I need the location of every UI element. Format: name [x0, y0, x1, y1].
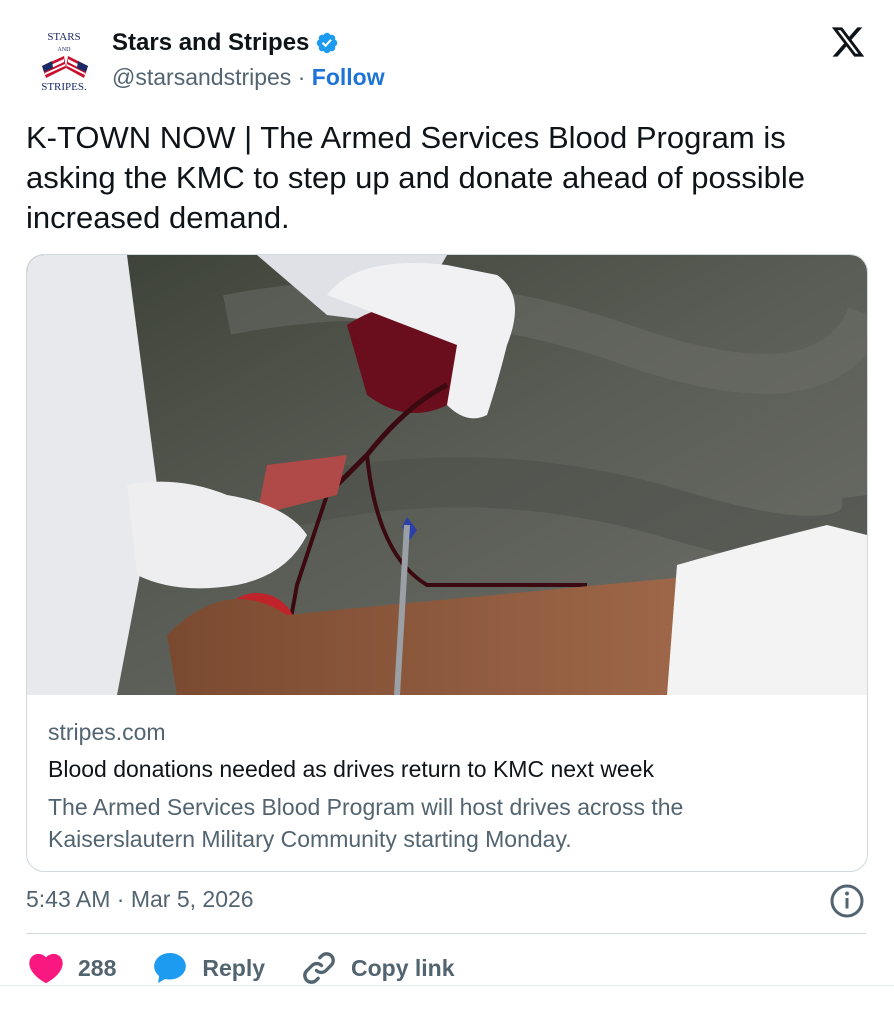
handle-row: @starsandstripes · Follow	[112, 64, 385, 91]
action-bar: 288 Reply Copy link	[26, 946, 489, 990]
tweet-timestamp[interactable]: 5:43 AM · Mar 5, 2026	[26, 886, 254, 913]
svg-text:AND: AND	[58, 47, 72, 53]
copy-link-button[interactable]: Copy link	[299, 948, 455, 988]
link-description: The Armed Services Blood Program will ho…	[48, 794, 684, 852]
bottom-divider	[0, 985, 894, 986]
handle-separator: ·	[297, 64, 306, 90]
handle[interactable]: @starsandstripes	[112, 64, 291, 90]
heart-icon	[29, 953, 63, 984]
like-count: 288	[78, 954, 117, 981]
copy-link-label: Copy link	[351, 954, 455, 981]
reply-button[interactable]: Reply	[150, 948, 265, 988]
stars-and-stripes-logo[interactable]: STARS AND STRIPES.	[34, 28, 114, 92]
reply-bubble-icon	[154, 953, 187, 983]
name-row: Stars and Stripes	[112, 29, 339, 57]
blood-donation-photo	[27, 255, 867, 695]
reply-label: Reply	[202, 954, 266, 981]
tweet-header: STARS AND STRIPES. Stars and Stripes @st…	[26, 22, 868, 98]
link-title[interactable]: Blood donations needed as drives return …	[48, 756, 654, 783]
link-icon	[303, 952, 335, 984]
info-icon[interactable]	[829, 883, 865, 919]
verified-badge-icon	[317, 32, 338, 54]
follow-button[interactable]: Follow	[312, 64, 385, 90]
link-domain[interactable]: stripes.com	[48, 719, 166, 746]
tweet-text: K-TOWN NOW | The Armed Services Blood Pr…	[26, 120, 805, 235]
divider	[26, 933, 866, 934]
svg-text:STRIPES.: STRIPES.	[41, 81, 87, 92]
like-button[interactable]: 288	[26, 948, 116, 988]
display-name[interactable]: Stars and Stripes	[112, 29, 309, 57]
link-preview-card[interactable]: stripes.com Blood donations needed as dr…	[26, 254, 868, 872]
x-logo-icon[interactable]	[830, 24, 866, 60]
svg-text:STARS: STARS	[47, 31, 80, 43]
tweet-embed: STARS AND STRIPES. Stars and Stripes @st…	[0, 0, 894, 1024]
